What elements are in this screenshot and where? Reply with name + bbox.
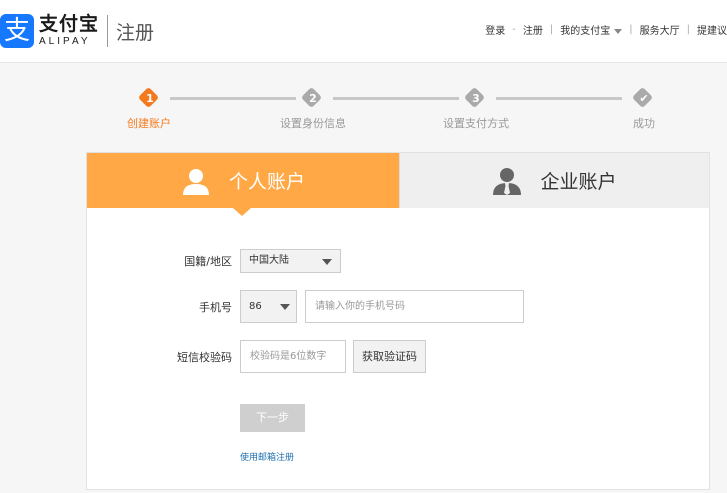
tab-personal-account[interactable]: 个人账户: [87, 153, 399, 216]
chevron-down-icon: [614, 28, 623, 34]
top-nav: 登录 - 注册 | 我的支付宝 | 服务大厅 | 提建议: [485, 22, 727, 37]
region-select[interactable]: 中国大陆: [240, 249, 341, 273]
step-success-label: 成功: [633, 117, 655, 130]
logo-divider: [107, 15, 109, 47]
login-link[interactable]: 登录: [485, 22, 505, 37]
step-1-marker: 1: [137, 86, 161, 110]
nav-divider: |: [629, 24, 633, 35]
tab-personal-label: 个人账户: [228, 171, 305, 193]
nav-divider: |: [549, 24, 554, 35]
region-label: 国籍/地区: [184, 255, 232, 268]
tab-pointer: [233, 208, 251, 216]
step-2-marker: 2: [300, 86, 324, 110]
suggest-link[interactable]: 提建议: [697, 22, 727, 37]
step-2-number: 2: [309, 92, 317, 105]
logo-english-name: ALIPAY: [39, 36, 91, 47]
tab-company-account[interactable]: 企业账户: [399, 153, 709, 208]
step-3-label: 设置支付方式: [443, 117, 509, 130]
country-code-select[interactable]: 86: [240, 290, 297, 323]
phone-input[interactable]: 请输入你的手机号码: [305, 290, 524, 323]
step-success-marker: ✔: [631, 86, 655, 110]
step-connector: [170, 97, 296, 100]
chevron-down-icon: [322, 259, 332, 265]
logo-text: 支付宝 ALIPAY: [39, 15, 99, 47]
person-icon: [181, 167, 211, 195]
step-connector: [333, 97, 459, 100]
tab-company-label: 企业账户: [540, 171, 617, 193]
step-3-number: 3: [472, 92, 480, 105]
alipay-logo[interactable]: 支 支付宝 ALIPAY 注册: [0, 14, 154, 48]
registration-card: 个人账户 企业账户 国籍/地区 中国大陆 手机号 86 请输入你的手机号码 短信…: [86, 152, 710, 490]
phone-label: 手机号: [199, 301, 232, 314]
step-1-label: 创建账户: [127, 117, 171, 130]
alipay-logo-icon: 支: [0, 14, 34, 48]
chevron-down-icon: [280, 304, 290, 310]
top-header: 支 支付宝 ALIPAY 注册 登录 - 注册 | 我的支付宝 | 服务大厅 |…: [0, 0, 727, 63]
step-3-marker: 3: [463, 86, 487, 110]
my-alipay-menu[interactable]: 我的支付宝: [560, 22, 623, 37]
step-connector: [496, 97, 622, 100]
next-step-button[interactable]: 下一步: [240, 404, 305, 432]
nav-dash: -: [512, 24, 516, 35]
sms-code-input[interactable]: 校验码是6位数字: [240, 340, 346, 373]
step-1-number: 1: [146, 92, 154, 105]
business-person-icon: [492, 167, 522, 195]
country-code-value: 86: [249, 301, 262, 312]
registration-steps: 1 2 3 ✔ 创建账户 设置身份信息 设置支付方式 成功: [0, 84, 727, 134]
step-2-label: 设置身份信息: [280, 117, 346, 130]
check-icon: ✔: [639, 92, 649, 105]
region-select-value: 中国大陆: [249, 255, 289, 266]
nav-divider: |: [686, 24, 690, 35]
page-title: 注册: [116, 21, 155, 44]
get-verification-code-button[interactable]: 获取验证码: [353, 340, 426, 373]
register-link[interactable]: 注册: [523, 22, 543, 37]
logo-chinese-name: 支付宝: [39, 13, 100, 35]
email-register-link[interactable]: 使用邮箱注册: [240, 450, 294, 463]
my-alipay-label: 我的支付宝: [560, 26, 611, 37]
sms-code-label: 短信校验码: [177, 351, 232, 364]
service-hall-link[interactable]: 服务大厅: [640, 22, 680, 37]
